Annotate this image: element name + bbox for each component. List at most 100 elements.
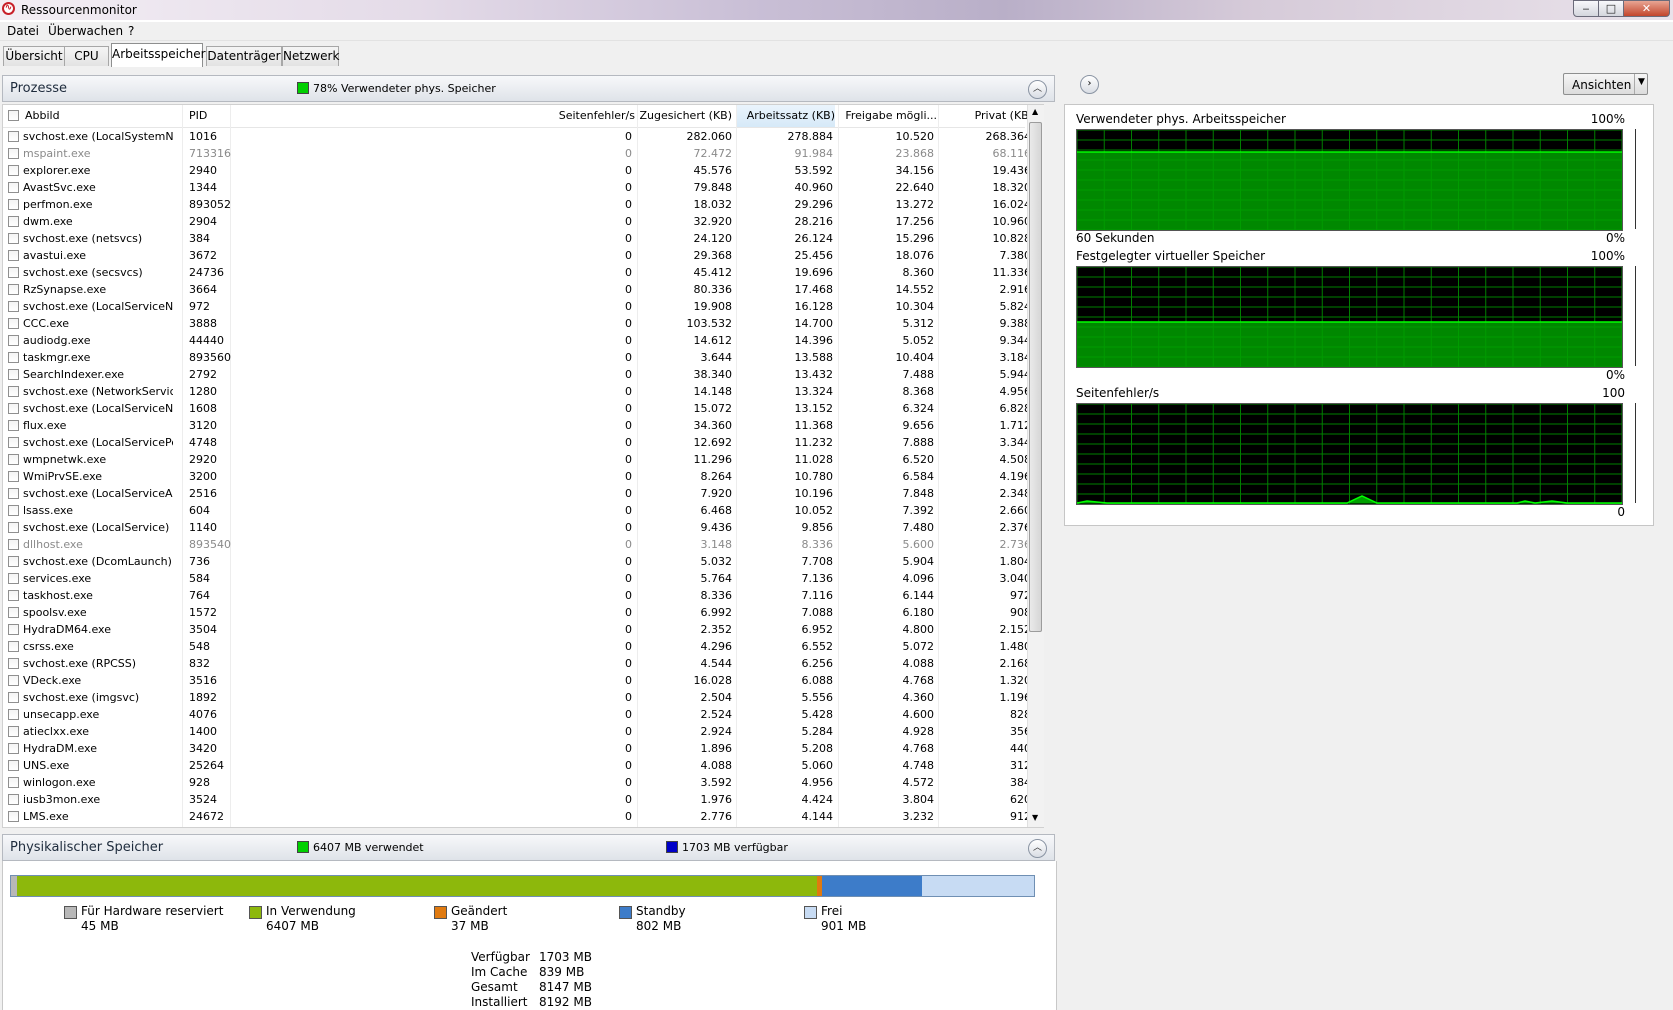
row-checkbox[interactable] — [8, 471, 19, 482]
table-row[interactable]: svchost.exe (LocalService) 1140 0 9.436 9.85… — [3, 519, 1031, 536]
tab-netzwerk[interactable]: Netzwerk — [282, 46, 339, 66]
table-row[interactable]: svchost.exe (LocalServiceAn... 2516 0 7.920… — [3, 485, 1031, 502]
row-checkbox[interactable] — [8, 607, 19, 618]
row-checkbox[interactable] — [8, 250, 19, 261]
collapse-processes-icon[interactable]: ︿ — [1028, 80, 1047, 99]
table-row[interactable]: flux.exe 3120 0 34.360 11.368 9.656 1.712 — [3, 417, 1031, 434]
row-checkbox[interactable] — [8, 692, 19, 703]
table-row[interactable]: dllhost.exe 893540 0 3.148 8.336 5.600 2.736 — [3, 536, 1031, 553]
row-checkbox[interactable] — [8, 811, 19, 822]
table-row[interactable]: WmiPrvSE.exe 3200 0 8.264 10.780 6.584 4.196 — [3, 468, 1031, 485]
row-checkbox[interactable] — [8, 335, 19, 346]
table-row[interactable]: csrss.exe 548 0 4.296 6.552 5.072 1.480 — [3, 638, 1031, 655]
table-row[interactable]: lsass.exe 604 0 6.468 10.052 7.392 2.660 — [3, 502, 1031, 519]
row-checkbox[interactable] — [8, 556, 19, 567]
table-row[interactable]: svchost.exe (NetworkService) 1280 0 14.148 1… — [3, 383, 1031, 400]
row-checkbox[interactable] — [8, 131, 19, 142]
table-row[interactable]: dwm.exe 2904 0 32.920 28.216 17.256 10.960 — [3, 213, 1031, 230]
table-row[interactable]: mspaint.exe 713316 0 72.472 91.984 23.868 68.1… — [3, 145, 1031, 162]
table-row[interactable]: SearchIndexer.exe 2792 0 38.340 13.432 7.488 5… — [3, 366, 1031, 383]
row-checkbox[interactable] — [8, 233, 19, 244]
table-row[interactable]: LMS.exe 24672 0 2.776 4.144 3.232 912 — [3, 808, 1031, 825]
row-checkbox[interactable] — [8, 148, 19, 159]
table-row[interactable]: svchost.exe (imgsvc) 1892 0 2.504 5.556 4.360… — [3, 689, 1031, 706]
table-row[interactable]: AvastSvc.exe 1344 0 79.848 40.960 22.640 18.32… — [3, 179, 1031, 196]
minimize-button[interactable]: ‒ — [1573, 0, 1599, 17]
row-checkbox[interactable] — [8, 165, 19, 176]
processes-header[interactable]: Prozesse 78% Verwendeter phys. Speicher … — [2, 75, 1055, 102]
scroll-down-icon[interactable]: ▼ — [1032, 813, 1038, 822]
process-scrollbar[interactable]: ▲ ▼ — [1027, 105, 1044, 827]
menu-help[interactable]: ? — [128, 24, 134, 38]
row-checkbox[interactable] — [8, 573, 19, 584]
table-row[interactable]: svchost.exe (LocalServiceNo... 1608 0 15.07… — [3, 400, 1031, 417]
table-row[interactable]: unsecapp.exe 4076 0 2.524 5.428 4.600 828 — [3, 706, 1031, 723]
table-row[interactable]: svchost.exe (LocalServiceNet... 972 0 19.90… — [3, 298, 1031, 315]
table-row[interactable]: svchost.exe (secsvcs) 24736 0 45.412 19.696 8… — [3, 264, 1031, 281]
table-row[interactable]: wmpnetwk.exe 2920 0 11.296 11.028 6.520 4.508 — [3, 451, 1031, 468]
table-row[interactable]: svchost.exe (LocalServicePee... 4748 0 12.6… — [3, 434, 1031, 451]
row-checkbox[interactable] — [8, 624, 19, 635]
table-row[interactable]: taskhost.exe 764 0 8.336 7.116 6.144 972 — [3, 587, 1031, 604]
table-row[interactable]: CCC.exe 3888 0 103.532 14.700 5.312 9.388 — [3, 315, 1031, 332]
table-row[interactable]: VDeck.exe 3516 0 16.028 6.088 4.768 1.320 — [3, 672, 1031, 689]
tab-datentraeger[interactable]: Datenträger — [206, 46, 282, 66]
scroll-up-icon[interactable]: ▲ — [1032, 107, 1038, 116]
row-checkbox[interactable] — [8, 454, 19, 465]
row-checkbox[interactable] — [8, 641, 19, 652]
col-privat[interactable]: Privat (KB) — [943, 109, 1033, 122]
table-row[interactable]: svchost.exe (LocalSystemNet... 1016 0 282.0… — [3, 128, 1031, 145]
row-checkbox[interactable] — [8, 403, 19, 414]
menu-datei[interactable]: Datei — [7, 24, 39, 38]
row-checkbox[interactable] — [8, 437, 19, 448]
table-row[interactable]: avastui.exe 3672 0 29.368 25.456 18.076 7.380 — [3, 247, 1031, 264]
maximize-button[interactable]: □ — [1598, 0, 1624, 17]
table-row[interactable]: explorer.exe 2940 0 45.576 53.592 34.156 19.43… — [3, 162, 1031, 179]
row-checkbox[interactable] — [8, 743, 19, 754]
expand-graphs-icon[interactable]: › — [1080, 75, 1099, 94]
row-checkbox[interactable] — [8, 726, 19, 737]
tab-arbeitsspeicher[interactable]: Arbeitsspeicher — [111, 43, 206, 67]
row-checkbox[interactable] — [8, 369, 19, 380]
row-checkbox[interactable] — [8, 301, 19, 312]
table-row[interactable]: UNS.exe 25264 0 4.088 5.060 4.748 312 — [3, 757, 1031, 774]
row-checkbox[interactable] — [8, 352, 19, 363]
table-row[interactable]: perfmon.exe 893052 0 18.032 29.296 13.272 16.0… — [3, 196, 1031, 213]
table-row[interactable]: iusb3mon.exe 3524 0 1.976 4.424 3.804 620 — [3, 791, 1031, 808]
col-seitenfehler[interactable]: Seitenfehler/s — [517, 109, 635, 122]
row-checkbox[interactable] — [8, 505, 19, 516]
table-row[interactable]: HydraDM64.exe 3504 0 2.352 6.952 4.800 2.152 — [3, 621, 1031, 638]
col-zugesichert[interactable]: Zugesichert (KB) — [639, 109, 732, 122]
row-checkbox[interactable] — [8, 658, 19, 669]
table-row[interactable]: services.exe 584 0 5.764 7.136 4.096 3.040 — [3, 570, 1031, 587]
row-checkbox[interactable] — [8, 760, 19, 771]
row-checkbox[interactable] — [8, 488, 19, 499]
table-row[interactable]: svchost.exe (netsvcs) 384 0 24.120 26.124 15.… — [3, 230, 1031, 247]
views-button[interactable]: Ansichten ▼ — [1563, 73, 1648, 95]
row-checkbox[interactable] — [8, 777, 19, 788]
table-row[interactable]: spoolsv.exe 1572 0 6.992 7.088 6.180 908 — [3, 604, 1031, 621]
row-checkbox[interactable] — [8, 386, 19, 397]
row-checkbox[interactable] — [8, 318, 19, 329]
tab-cpu[interactable]: CPU — [64, 46, 109, 66]
col-arbeitssatz[interactable]: Arbeitssatz (KB) — [737, 105, 835, 127]
table-row[interactable]: audiodg.exe 44440 0 14.612 14.396 5.052 9.344 — [3, 332, 1031, 349]
row-checkbox[interactable] — [8, 709, 19, 720]
row-checkbox[interactable] — [8, 539, 19, 550]
row-checkbox[interactable] — [8, 420, 19, 431]
table-row[interactable]: atieclxx.exe 1400 0 2.924 5.284 4.928 356 — [3, 723, 1031, 740]
row-checkbox[interactable] — [8, 284, 19, 295]
row-checkbox[interactable] — [8, 267, 19, 278]
scrollbar-thumb[interactable] — [1029, 122, 1042, 632]
table-row[interactable]: taskmgr.exe 893560 0 3.644 13.588 10.404 3.184 — [3, 349, 1031, 366]
tab-uebersicht[interactable]: Übersicht — [3, 46, 65, 66]
menu-ueberwachen[interactable]: Überwachen — [48, 24, 123, 38]
row-checkbox[interactable] — [8, 199, 19, 210]
physical-memory-header[interactable]: Physikalischer Speicher 6407 MB verwende… — [2, 834, 1055, 861]
row-checkbox[interactable] — [8, 794, 19, 805]
dropdown-arrow-icon[interactable]: ▼ — [1638, 77, 1645, 87]
table-row[interactable]: svchost.exe (DcomLaunch) 736 0 5.032 7.708 5.… — [3, 553, 1031, 570]
select-all-checkbox[interactable] — [8, 110, 19, 121]
table-row[interactable]: HydraDM.exe 3420 0 1.896 5.208 4.768 440 — [3, 740, 1031, 757]
row-checkbox[interactable] — [8, 675, 19, 686]
